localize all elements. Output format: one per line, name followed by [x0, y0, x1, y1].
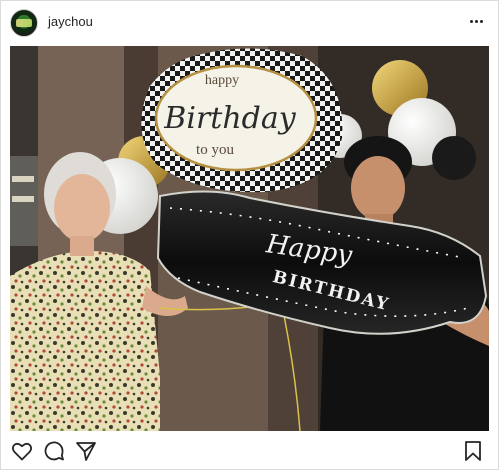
heart-icon[interactable]: [10, 439, 34, 463]
comment-icon[interactable]: [42, 439, 66, 463]
username[interactable]: jaychou: [48, 14, 93, 29]
more-options-icon[interactable]: [466, 11, 486, 31]
photo-illustration: happy Birthday to you Happy BIRTHDAY: [10, 46, 489, 431]
avatar-graphic: [16, 19, 32, 27]
share-icon[interactable]: [74, 439, 98, 463]
post-photo[interactable]: happy Birthday to you Happy BIRTHDAY: [10, 46, 489, 431]
post-header: jaychou: [1, 1, 498, 45]
happy-birthday-balloon: happy Birthday to you: [141, 48, 343, 193]
avatar[interactable]: [10, 9, 38, 37]
post-card: jaychou happy Birthday to you Happy BIRT…: [0, 0, 499, 470]
bookmark-icon[interactable]: [461, 439, 485, 463]
post-actions: [1, 433, 498, 469]
balloon-text-birthday: Birthday: [163, 101, 296, 136]
balloon-text-happy: happy: [205, 73, 239, 88]
balloon-text-to-you: to you: [196, 142, 234, 158]
